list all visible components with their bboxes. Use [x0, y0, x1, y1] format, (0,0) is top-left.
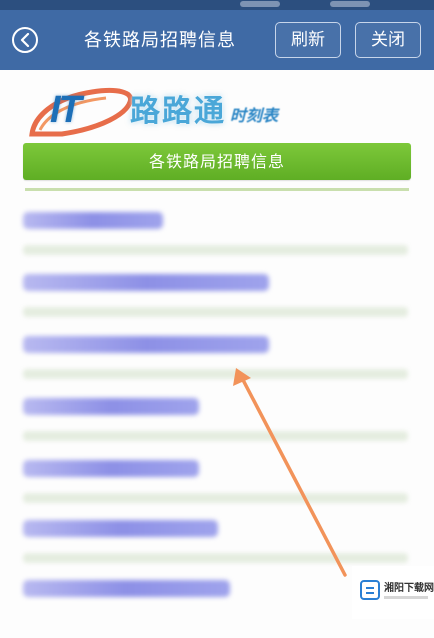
recruitment-link[interactable]	[23, 520, 218, 537]
list-item[interactable]	[23, 336, 413, 394]
row-divider	[23, 553, 408, 563]
top-bar: 各铁路局招聘信息 刷新 关闭	[0, 10, 434, 70]
row-divider	[23, 307, 408, 317]
app-logo: IT 路路通 时刻表	[22, 78, 342, 138]
logo-wordmark: 路路通	[130, 94, 226, 129]
back-icon[interactable]	[12, 27, 38, 53]
refresh-button[interactable]: 刷新	[275, 22, 341, 58]
row-divider	[23, 245, 408, 255]
recruitment-link[interactable]	[23, 460, 199, 477]
watermark-underline	[384, 596, 428, 599]
row-divider	[23, 369, 408, 379]
row-divider	[23, 431, 408, 441]
status-icons	[240, 1, 280, 7]
recruitment-link[interactable]	[23, 580, 230, 597]
logo-mark: IT	[50, 89, 82, 131]
recruitment-link[interactable]	[23, 212, 163, 229]
status-bar	[0, 0, 434, 10]
row-divider	[23, 493, 408, 503]
close-button[interactable]: 关闭	[355, 22, 421, 58]
list-item[interactable]	[23, 274, 413, 332]
section-divider	[25, 188, 409, 191]
list-item[interactable]	[23, 212, 413, 270]
recruitment-link[interactable]	[23, 398, 199, 415]
logo-subtitle: 时刻表	[230, 106, 279, 125]
list-item[interactable]	[23, 398, 413, 456]
recruitment-link[interactable]	[23, 336, 269, 353]
status-clock	[330, 1, 370, 7]
watermark: 湘阳下载网	[352, 566, 434, 619]
recruitment-link[interactable]	[23, 274, 269, 291]
watermark-logo-icon	[360, 580, 380, 600]
chevron-left-icon	[20, 33, 30, 47]
list-item[interactable]	[23, 460, 413, 518]
section-heading: 各铁路局招聘信息	[23, 143, 411, 180]
watermark-text: 湘阳下载网	[384, 583, 434, 594]
page-title: 各铁路局招聘信息	[84, 30, 236, 51]
